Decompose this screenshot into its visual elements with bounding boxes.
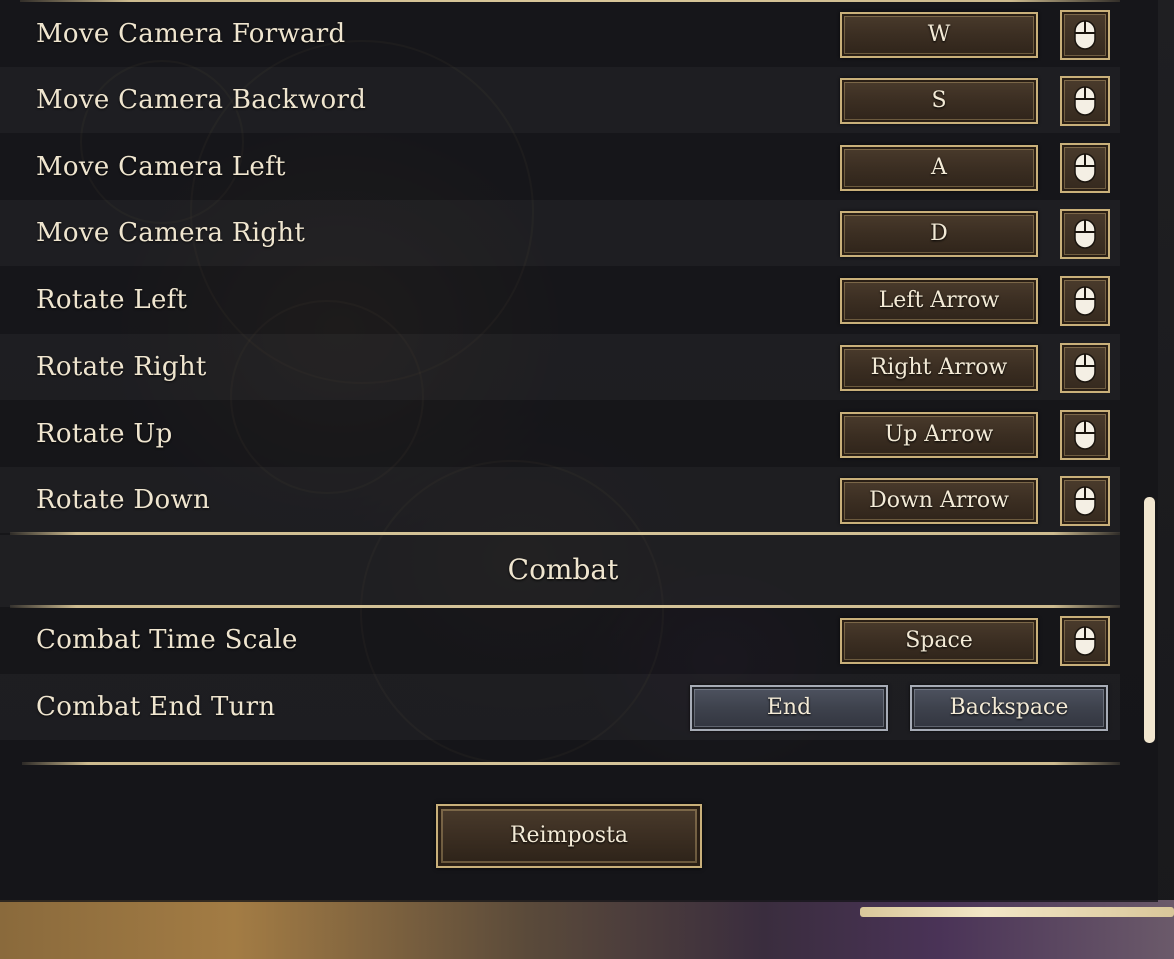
list-bottom-divider xyxy=(22,762,1120,765)
binding-row: Rotate Right Right Arrow xyxy=(0,334,1120,400)
mouse-icon xyxy=(1074,353,1096,383)
reset-button[interactable]: Reimposta xyxy=(436,804,702,868)
mouse-icon xyxy=(1074,86,1096,116)
key-button[interactable]: W xyxy=(840,12,1038,58)
binding-row: Rotate Up Up Arrow xyxy=(0,401,1120,467)
binding-label: Rotate Left xyxy=(36,285,188,315)
binding-row: Move Camera Left A xyxy=(0,134,1120,200)
binding-label: Rotate Up xyxy=(36,419,173,449)
mouse-bind-button[interactable] xyxy=(1060,76,1110,126)
binding-label: Move Camera Backword xyxy=(36,85,367,115)
binding-row: Move Camera Forward W xyxy=(0,1,1120,67)
mouse-icon xyxy=(1074,286,1096,316)
key-button-secondary[interactable]: Backspace xyxy=(910,685,1108,731)
scrollbar-thumb[interactable] xyxy=(1144,497,1155,743)
mouse-bind-button[interactable] xyxy=(1060,209,1110,259)
key-button[interactable]: A xyxy=(840,145,1038,191)
mouse-icon xyxy=(1074,219,1096,249)
mouse-icon xyxy=(1074,153,1096,183)
mouse-bind-button[interactable] xyxy=(1060,476,1110,526)
keybinding-panel: Move Camera Forward W Move Camera Backwo… xyxy=(0,0,1158,902)
binding-label: Combat Time Scale xyxy=(36,625,298,655)
combat-section-header: Combat xyxy=(0,535,1120,607)
mouse-icon xyxy=(1074,20,1096,50)
mouse-bind-button[interactable] xyxy=(1060,143,1110,193)
binding-row: Combat Time Scale Space xyxy=(0,607,1120,673)
key-button-primary[interactable]: End xyxy=(690,685,888,731)
mouse-icon xyxy=(1074,626,1096,656)
key-button[interactable]: Right Arrow xyxy=(840,345,1038,391)
binding-row: Move Camera Right D xyxy=(0,200,1120,266)
mouse-bind-button[interactable] xyxy=(1060,276,1110,326)
panel-corner-decoration xyxy=(860,907,1174,917)
binding-row: Rotate Down Down Arrow xyxy=(0,467,1120,533)
section-title: Combat xyxy=(507,553,619,586)
binding-label: Move Camera Forward xyxy=(36,19,346,49)
binding-row: Move Camera Backword S xyxy=(0,67,1120,133)
binding-label: Combat End Turn xyxy=(36,692,276,722)
key-button[interactable]: S xyxy=(840,78,1038,124)
binding-label: Rotate Down xyxy=(36,485,211,515)
mouse-bind-button[interactable] xyxy=(1060,410,1110,460)
binding-row: Rotate Left Left Arrow xyxy=(0,267,1120,333)
mouse-icon xyxy=(1074,420,1096,450)
key-button[interactable]: Left Arrow xyxy=(840,278,1038,324)
mouse-bind-button[interactable] xyxy=(1060,616,1110,666)
key-button[interactable]: D xyxy=(840,211,1038,257)
key-button[interactable]: Down Arrow xyxy=(840,478,1038,524)
key-button[interactable]: Up Arrow xyxy=(840,412,1038,458)
mouse-bind-button[interactable] xyxy=(1060,10,1110,60)
binding-label: Move Camera Right xyxy=(36,218,306,248)
mouse-bind-button[interactable] xyxy=(1060,343,1110,393)
binding-row: Combat End Turn End Backspace xyxy=(0,674,1120,740)
key-button[interactable]: Space xyxy=(840,618,1038,664)
mouse-icon xyxy=(1074,486,1096,516)
binding-label: Move Camera Left xyxy=(36,152,286,182)
binding-label: Rotate Right xyxy=(36,352,207,382)
